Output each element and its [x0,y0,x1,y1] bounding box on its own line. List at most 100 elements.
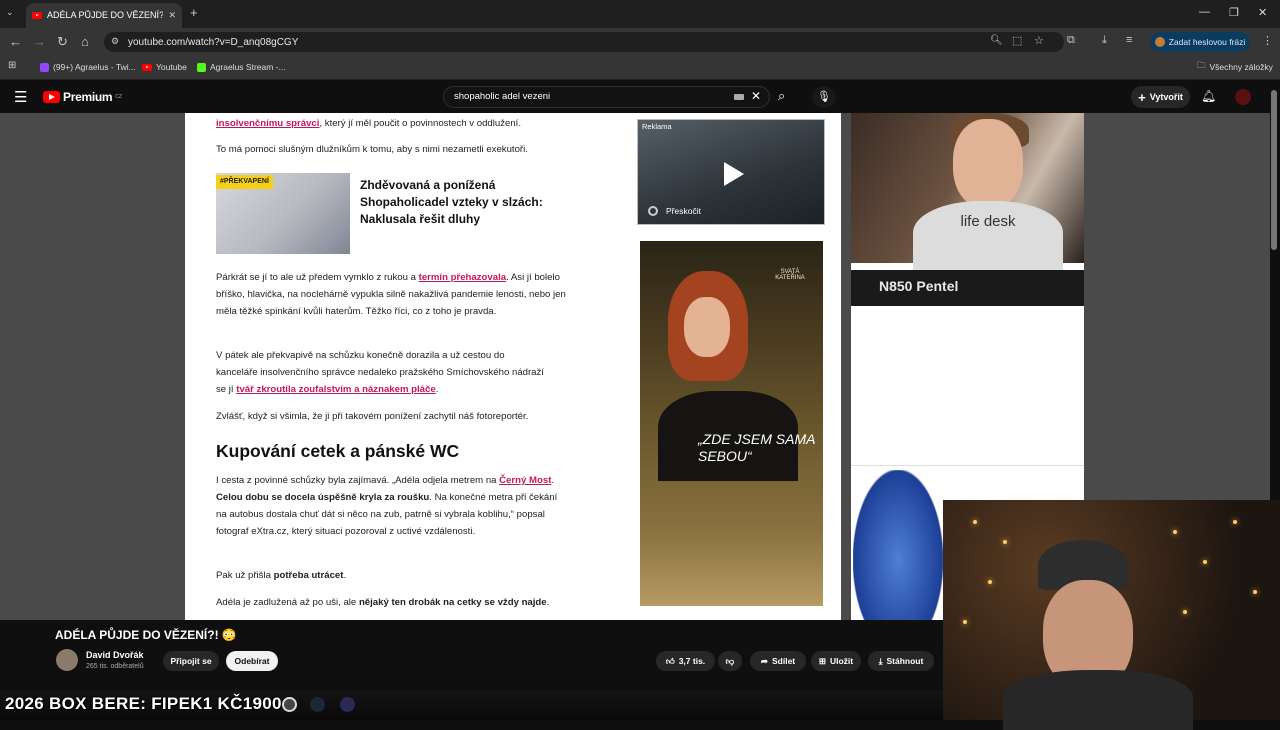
share-label: Sdílet [771,656,796,666]
extensions-icon[interactable]: ⧉ [1067,34,1075,47]
article-paragraph: insolvenčnímu správci, který jí měl pouč… [216,115,566,132]
article-link: tvář zkroutila zoufalstvím a náznakem pl… [236,384,436,395]
folder-icon: 🗀 [1197,60,1206,70]
article-link: Černý Most [499,475,552,486]
divider [851,465,1084,466]
article-text: Párkrát se jí to ale už předem vymklo z … [216,272,419,283]
create-button[interactable]: + Vytvořit [1131,86,1190,108]
account-avatar[interactable] [1235,89,1251,105]
bookmark-label: Youtube [156,62,187,72]
join-button[interactable]: Připojit se [163,651,219,671]
password-phrase-label: Zadat heslovou frázi [1168,37,1246,47]
clear-search-icon[interactable]: ✕ [751,89,761,103]
article-heading: Kupování cetek a pánské WC [216,441,460,461]
streamer-face [953,119,1023,209]
ad-model-face [684,297,730,357]
kick-icon [197,62,206,72]
article-paragraph: Adéla je zadlužená až po uši, ale nějaký… [216,594,576,611]
all-bookmarks[interactable]: 🗀 Všechny záložky [1197,60,1273,74]
article-text: . [551,475,555,486]
reload-button[interactable]: ↻ [57,34,68,50]
video-title: ADÉLA PŮJDE DO VĚZENÍ?! 😳 [55,628,237,642]
taskbar-app-icon[interactable] [340,697,355,712]
article-page: insolvenčnímu správci, který jí měl pouč… [185,113,841,620]
channel-avatar[interactable] [56,649,78,671]
bookmark-kick[interactable]: Agraelus Stream -... [197,60,286,74]
channel-name[interactable]: David Dvořák [86,650,144,660]
youtube-logo[interactable]: Premium CZ [43,90,122,104]
play-icon [724,162,744,186]
article-paragraph: Párkrát se jí to ale už předem vymklo z … [216,269,566,320]
reading-list-icon[interactable]: ≡ [1126,34,1132,46]
taskbar-app-icon[interactable] [282,697,297,712]
bookmark-twitch[interactable]: (99+) Agraelus - Twi... [40,60,136,74]
article-text: . [546,597,550,608]
back-button[interactable]: ← [9,34,22,49]
search-icon[interactable]: ⌕ [778,88,785,104]
share-button[interactable]: ➦ Sdílet [750,651,806,671]
download-button[interactable]: ⤓ Stáhnout [868,651,934,671]
pentel-ad: N850 Pentel [851,270,1084,306]
article-bold: potřeba utrácet [273,570,344,581]
article-text: , který jí měl poučit o povinnostech v o… [319,118,522,129]
dislike-button[interactable]: 👎︎ [718,651,742,671]
article-text: Pak už přišla [216,570,274,581]
article-paragraph: V pátek ale překvapivě na schůzku konečn… [216,347,546,398]
pentel-text: N850 Pentel [879,278,959,294]
minimize-button[interactable]: — [1199,6,1210,18]
apps-grid-icon[interactable]: ⊞ [8,60,16,71]
new-tab-button[interactable]: + [190,5,198,20]
tab-close-icon[interactable]: ✕ [168,10,176,21]
zoom-icon[interactable]: 🔍︎ [990,35,1003,46]
subscriber-count: 265 tis. odběratelů [86,663,144,670]
article-text: . [343,570,347,581]
thumbs-down-icon: 👎︎ [725,655,735,666]
subscribe-button[interactable]: Odebírat [226,651,278,671]
create-label: Vytvořit [1149,92,1183,102]
scrollbar[interactable] [1271,90,1277,250]
like-button[interactable]: 👍︎ 3,7 tis. [656,651,715,671]
bookmark-label: (99+) Agraelus - Twi... [53,62,136,72]
voice-search-icon[interactable]: 🎙︎ [812,86,836,108]
menu-kebab-icon[interactable]: ⋮ [1262,34,1273,47]
ad-quote: „ZDE JSEM SAMA SEBOU“ [698,431,815,464]
search-input[interactable]: shopaholic adel vezeni [454,91,550,102]
save-label: Uložit [829,656,854,666]
webcam-overlay [943,500,1280,730]
save-button[interactable]: ⊞ Uložit [811,651,861,671]
like-count: 3,7 tis. [678,656,706,666]
skip-ad-label: Přeskočit [666,206,701,216]
all-bookmarks-label: Všechny záložky [1209,62,1273,72]
logo-text: Premium [63,90,113,104]
tab-search-button[interactable]: ⌄ [6,7,14,18]
article-text: . [435,384,439,395]
ad-label: Reklama [642,122,672,131]
home-button[interactable]: ⌂ [81,34,89,49]
banner-ad: SVATÁ KATEŘINA „ZDE JSEM SAMA SEBOU“ [640,241,823,606]
article-link: insolvenčnímu správci [216,118,320,129]
share-icon: ➦ [760,655,768,666]
url-text[interactable]: youtube.com/watch?v=D_anq08gCGY [128,37,298,48]
youtube-favicon-icon [32,12,42,19]
forward-button[interactable]: → [33,34,46,49]
password-phrase-button[interactable]: Zadat heslovou frázi [1150,32,1250,52]
maximize-button[interactable]: ❐ [1229,6,1239,19]
notifications-bell-icon[interactable]: 🔔︎ [1201,89,1216,103]
loading-ring-icon [648,206,658,216]
hamburger-menu-icon[interactable]: ☰ [14,88,27,106]
steam-icon[interactable] [310,697,325,712]
bookmark-star-icon[interactable]: ☆ [1034,34,1044,47]
article-text: Adéla je zadlužená až po uši, ale [216,597,359,608]
thumbs-up-icon: 👍︎ [665,655,675,666]
close-window-button[interactable]: ✕ [1258,6,1267,19]
promo-banner: 2026 BOX BERE: FIPEK1 KČ1900 [5,694,282,713]
article-text: I cesta z povinné schůzky byla zajímavá.… [216,475,500,486]
site-info-icon[interactable]: ⚙ [111,36,119,47]
bookmark-youtube[interactable]: Youtube [142,60,187,74]
save-icon: ⊞ [818,655,826,666]
browser-tab[interactable]: ADÉLA PŮJDE DO VĚZENÍ?! 😳 ✕ [26,3,182,28]
install-icon[interactable]: ⬚ [1012,34,1022,47]
teaser-headline: Zhděvovaná a ponížená Shopaholicadel vzt… [360,178,543,226]
keyboard-icon[interactable] [734,94,744,100]
downloads-icon[interactable]: ⤓ [1102,34,1107,47]
